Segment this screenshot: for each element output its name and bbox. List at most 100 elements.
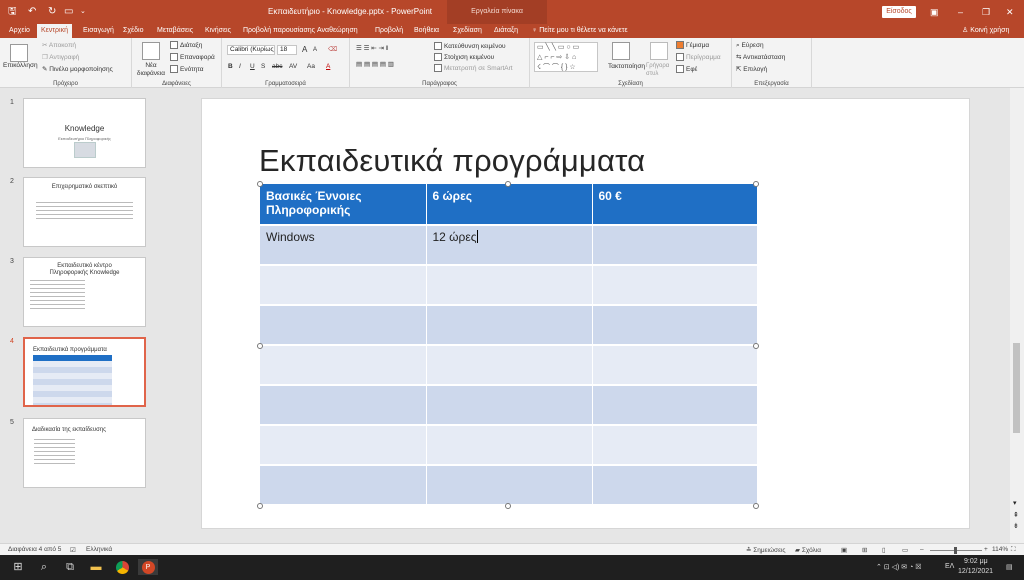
notifications-icon[interactable]: ▤	[1006, 563, 1013, 571]
table-cell[interactable]	[260, 345, 427, 386]
slide-thumbnail-3[interactable]: Εκπαιδευτικό κέντρο Πληροφορικής Knowled…	[23, 257, 146, 327]
shrink-font-button[interactable]: A	[313, 46, 317, 55]
new-slide-icon[interactable]	[142, 42, 160, 60]
shapes-gallery[interactable]: ▭ ╲ ╲ ▭ ○ ▭ △ ⌐ ⌐ ⇨ ⇩ ⌂ ☇ ⌒ ⌒ { } ☆	[534, 42, 598, 72]
chrome-icon[interactable]	[114, 559, 130, 575]
align-text-button[interactable]: Στοίχιση κειμένου	[434, 53, 494, 62]
font-color-button[interactable]: A	[326, 62, 330, 71]
tab-transitions[interactable]: Μεταβάσεις	[157, 24, 193, 38]
tab-table-layout[interactable]: Διάταξη	[494, 24, 518, 38]
quick-styles-button[interactable]: Γρήγορα στυλ	[646, 62, 672, 78]
shape-outline-button[interactable]: Περίγραμμα	[676, 53, 721, 62]
language-indicator[interactable]: Ελληνικά	[86, 546, 112, 553]
slide-thumbnail-2[interactable]: Επιχειρηματικό σκεπτικό	[23, 177, 146, 247]
slide-sorter-icon[interactable]: ⊞	[862, 546, 867, 554]
smartart-button[interactable]: Μετατροπή σε SmartArt	[434, 64, 513, 73]
input-language[interactable]: ΕΛ	[945, 563, 954, 570]
cut-button[interactable]: ✂ Αποκοπή	[42, 41, 76, 50]
font-name-combo[interactable]: Calibri (Κυρίως	[227, 45, 275, 55]
zoom-slider-thumb[interactable]	[954, 547, 957, 554]
table-cell[interactable]	[592, 345, 758, 386]
paste-button[interactable]: Επικόλληση	[3, 61, 38, 70]
close-icon[interactable]: ✕	[1006, 6, 1014, 18]
resize-handle-bottom-left[interactable]	[257, 503, 263, 509]
zoom-in-icon[interactable]: +	[984, 546, 988, 553]
table-cell[interactable]	[426, 265, 593, 306]
vertical-scrollbar[interactable]: ▾ ⇞ ⇟	[1010, 88, 1024, 543]
normal-view-icon[interactable]: ▣	[841, 546, 847, 554]
reading-view-icon[interactable]: ▯	[882, 546, 886, 554]
format-painter-button[interactable]: ✎ Πινέλο μορφοποίησης	[42, 65, 113, 74]
underline-button[interactable]: U	[250, 62, 255, 71]
table-cell[interactable]	[260, 465, 427, 506]
tab-help[interactable]: Βοήθεια	[414, 24, 439, 38]
file-explorer-icon[interactable]: ▬	[88, 559, 104, 575]
scrollbar-thumb[interactable]	[1013, 343, 1020, 433]
arrange-icon[interactable]	[612, 42, 630, 60]
signin-button[interactable]: Είσοδος	[882, 6, 916, 18]
scroll-down-icon[interactable]: ▾	[1013, 499, 1017, 507]
tab-file[interactable]: Αρχείο	[9, 24, 30, 38]
grow-font-button[interactable]: A	[302, 45, 307, 54]
zoom-out-icon[interactable]: –	[920, 546, 924, 553]
tab-insert[interactable]: Εισαγωγή	[83, 24, 114, 38]
tab-slideshow[interactable]: Προβολή παρουσίασης	[243, 24, 315, 38]
table-cell[interactable]: Windows	[260, 225, 427, 266]
resize-handle-right[interactable]	[753, 343, 759, 349]
tab-design[interactable]: Σχέδιο	[123, 24, 143, 38]
change-case-button[interactable]: Aa	[307, 62, 315, 71]
resize-handle-top-right[interactable]	[753, 181, 759, 187]
section-button[interactable]: Ενότητα	[170, 65, 204, 74]
minimize-icon[interactable]: –	[958, 6, 963, 18]
tray-icons[interactable]: ⌃ ⊡ ◁) ✉ ◔ ☒	[876, 563, 922, 571]
table-cell[interactable]	[426, 305, 593, 346]
slide-thumbnail-1[interactable]: Knowledge Εκπαιδευτήριο Πληροφορικής	[23, 98, 146, 168]
table-cell[interactable]: 6 ώρες	[426, 184, 593, 226]
table-cell-active[interactable]: 12 ώρες	[426, 225, 593, 266]
table-cell[interactable]	[592, 225, 758, 266]
tab-table-design[interactable]: Σχεδίαση	[453, 24, 482, 38]
reset-button[interactable]: Επαναφορά	[170, 53, 215, 62]
clock-time[interactable]: 9:02 μμ	[964, 558, 988, 565]
layout-button[interactable]: Διάταξη	[170, 41, 202, 50]
italic-button[interactable]: I	[239, 62, 241, 71]
table-cell[interactable]	[592, 385, 758, 426]
fit-to-window-icon[interactable]: ⛶	[1011, 546, 1016, 554]
slide-thumbnail-4[interactable]: Εκπαιδευτικά προγράμματα	[23, 337, 146, 407]
resize-handle-top-left[interactable]	[257, 181, 263, 187]
slideshow-view-icon[interactable]: ▭	[902, 546, 908, 554]
arrange-button[interactable]: Τακτοποίηση	[608, 62, 645, 71]
notes-button[interactable]: ≛ Σημειώσεις	[746, 546, 786, 554]
restore-icon[interactable]: ❐	[982, 6, 990, 18]
table-cell[interactable]	[426, 465, 593, 506]
next-slide-icon[interactable]: ⇟	[1013, 522, 1019, 530]
table-cell[interactable]	[592, 305, 758, 346]
font-size-combo[interactable]: 18	[277, 45, 297, 55]
previous-slide-icon[interactable]: ⇞	[1013, 511, 1019, 519]
clear-formatting-icon[interactable]: ⌫	[328, 45, 337, 54]
powerpoint-taskbar-icon[interactable]: P	[138, 559, 158, 575]
table-cell[interactable]	[426, 425, 593, 466]
clock-date[interactable]: 12/12/2021	[958, 568, 993, 575]
tab-animations[interactable]: Κινήσεις	[205, 24, 231, 38]
table-cell[interactable]	[592, 465, 758, 506]
shape-fill-button[interactable]: Γέμισμα	[676, 41, 709, 50]
select-button[interactable]: ⇱ Επιλογή	[736, 65, 767, 74]
text-direction-button[interactable]: Κατεύθυνση κειμένου	[434, 42, 506, 51]
comments-button[interactable]: ▰ Σχόλια	[795, 546, 821, 554]
resize-handle-bottom-right[interactable]	[753, 503, 759, 509]
resize-handle-top[interactable]	[505, 181, 511, 187]
character-spacing-button[interactable]: AV	[289, 62, 297, 71]
share-button[interactable]: ♙ Κοινή χρήση	[962, 24, 1009, 38]
slide-title[interactable]: Εκπαιδευτικά προγράμματα	[259, 143, 645, 179]
windows-start-icon[interactable]: ⊞	[10, 559, 26, 575]
search-icon[interactable]: ⌕	[36, 559, 52, 575]
table-cell[interactable]	[592, 265, 758, 306]
table-cell[interactable]	[426, 345, 593, 386]
tell-me-box[interactable]: ♀ Πείτε μου τι θέλετε να κάνετε	[532, 24, 628, 38]
shadow-button[interactable]: S	[261, 62, 265, 71]
slide-thumbnail-5[interactable]: Διαδικασία της εκπαίδευσης	[23, 418, 146, 488]
table-cell[interactable]	[426, 385, 593, 426]
zoom-level[interactable]: 114%	[992, 546, 1008, 553]
shape-effects-button[interactable]: Εφέ	[676, 65, 697, 74]
